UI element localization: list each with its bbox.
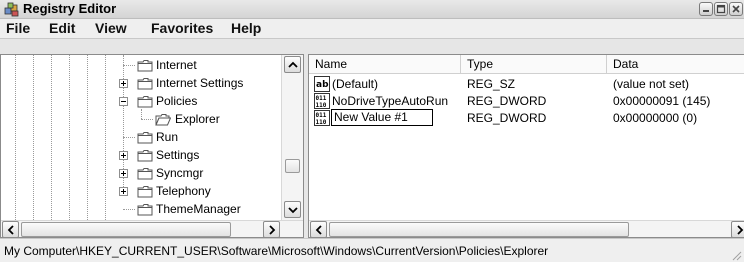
scroll-left-button[interactable] [2, 221, 19, 237]
title-bar[interactable]: Registry Editor [0, 0, 744, 19]
collapse-icon[interactable] [119, 97, 128, 106]
folder-open-icon [155, 114, 171, 126]
folder-icon [137, 78, 153, 90]
value-data: 0x00000091 (145) [613, 94, 711, 108]
menu-edit[interactable]: Edit [49, 20, 75, 36]
value-type: REG_DWORD [467, 94, 547, 108]
maximize-button[interactable] [714, 2, 728, 16]
column-header-data[interactable]: Data [607, 55, 744, 74]
column-header-name[interactable]: Name [309, 55, 461, 74]
expand-icon[interactable] [119, 187, 128, 196]
tree-node-telephony[interactable]: Telephony [1, 183, 281, 200]
resize-grip-icon[interactable] [730, 249, 742, 261]
tree-node-settings[interactable]: Settings [1, 147, 281, 164]
folder-icon [137, 132, 153, 144]
tree-node-label: Settings [156, 148, 200, 162]
tree-node-explorer[interactable]: Explorer [1, 111, 281, 128]
status-bar: My Computer\HKEY_CURRENT_USER\Software\M… [0, 238, 744, 262]
value-type: REG_DWORD [467, 111, 547, 125]
expand-icon[interactable] [119, 151, 128, 160]
folder-icon [137, 186, 153, 198]
value-name: NoDriveTypeAutoRun [332, 94, 449, 108]
menu-help[interactable]: Help [231, 20, 261, 36]
value-name: (Default) [332, 77, 379, 91]
tree-node-label: Internet Settings [156, 76, 244, 90]
folder-icon [137, 60, 153, 72]
tree-node-label: Policies [156, 94, 198, 108]
folder-icon [137, 204, 153, 216]
list-horizontal-scrollbar[interactable] [309, 220, 744, 237]
tree-node-label: ThemeManager [156, 202, 241, 216]
registry-editor-icon [4, 2, 20, 17]
registry-editor-window: Registry Editor File Edit View Favorites… [0, 0, 744, 262]
menu-view[interactable]: View [95, 20, 127, 36]
scroll-right-button[interactable] [263, 221, 280, 237]
column-header-row: Name Type Data [309, 55, 744, 74]
scroll-thumb[interactable] [285, 159, 300, 173]
folder-icon [137, 96, 153, 108]
folder-icon [137, 168, 153, 180]
tree-node-run[interactable]: Run [1, 129, 281, 146]
expand-icon[interactable] [119, 169, 128, 178]
folder-icon [137, 150, 153, 162]
tree-node-label: Syncmgr [156, 166, 204, 180]
menu-file[interactable]: File [6, 20, 30, 36]
column-header-type[interactable]: Type [461, 55, 607, 74]
tree-node-internet-settings[interactable]: Internet Settings [1, 75, 281, 92]
values-list-pane[interactable]: Name Type Data ab (Default) REG_SZ (valu… [308, 54, 744, 238]
scroll-up-button[interactable] [284, 56, 301, 73]
tree-node-policies[interactable]: Policies [1, 93, 281, 110]
close-button[interactable] [729, 2, 743, 16]
expand-icon[interactable] [119, 79, 128, 88]
svg-text:110: 110 [316, 119, 327, 126]
svg-text:110: 110 [316, 102, 327, 109]
string-value-icon: ab [314, 76, 330, 92]
binary-value-icon: 011 110 [314, 93, 330, 109]
tree-node-label: Internet [156, 58, 197, 72]
tree-node-internet[interactable]: Internet [1, 57, 281, 74]
value-data: (value not set) [613, 77, 690, 91]
tree-horizontal-scrollbar[interactable] [1, 220, 303, 237]
tree-node-label: Run [156, 130, 179, 144]
key-tree-pane[interactable]: Internet Internet Settings Policies Expl… [0, 54, 304, 238]
scroll-down-button[interactable] [284, 201, 301, 218]
value-row[interactable]: 011 110 New Value #1 REG_DWORD 0x0000000… [309, 109, 744, 127]
window-title: Registry Editor [23, 1, 117, 16]
minimize-button[interactable] [699, 2, 713, 16]
scroll-right-button[interactable] [731, 221, 744, 237]
value-type: REG_SZ [467, 77, 516, 91]
tree-node-thememanager[interactable]: ThemeManager [1, 201, 281, 218]
tree-vertical-scrollbar[interactable] [281, 55, 303, 220]
svg-text:011: 011 [316, 95, 327, 102]
tree-node-label: Telephony [156, 184, 211, 198]
menu-bar: File Edit View Favorites Help [0, 19, 744, 39]
value-row[interactable]: ab (Default) REG_SZ (value not set) [309, 76, 744, 93]
scroll-thumb[interactable] [329, 222, 629, 237]
menu-favorites[interactable]: Favorites [151, 20, 213, 36]
svg-text:011: 011 [316, 112, 327, 119]
status-key-path: My Computer\HKEY_CURRENT_USER\Software\M… [4, 244, 549, 258]
rename-value-input[interactable]: New Value #1 [331, 109, 433, 126]
tree-node-syncmgr[interactable]: Syncmgr [1, 165, 281, 182]
value-row[interactable]: 011 110 NoDriveTypeAutoRun REG_DWORD 0x0… [309, 93, 744, 110]
binary-value-icon: 011 110 [314, 110, 330, 126]
svg-text:ab: ab [316, 80, 329, 90]
value-data: 0x00000000 (0) [613, 111, 698, 125]
scroll-thumb[interactable] [21, 222, 231, 237]
scroll-left-button[interactable] [310, 221, 327, 237]
tree-node-label: Explorer [175, 112, 220, 126]
